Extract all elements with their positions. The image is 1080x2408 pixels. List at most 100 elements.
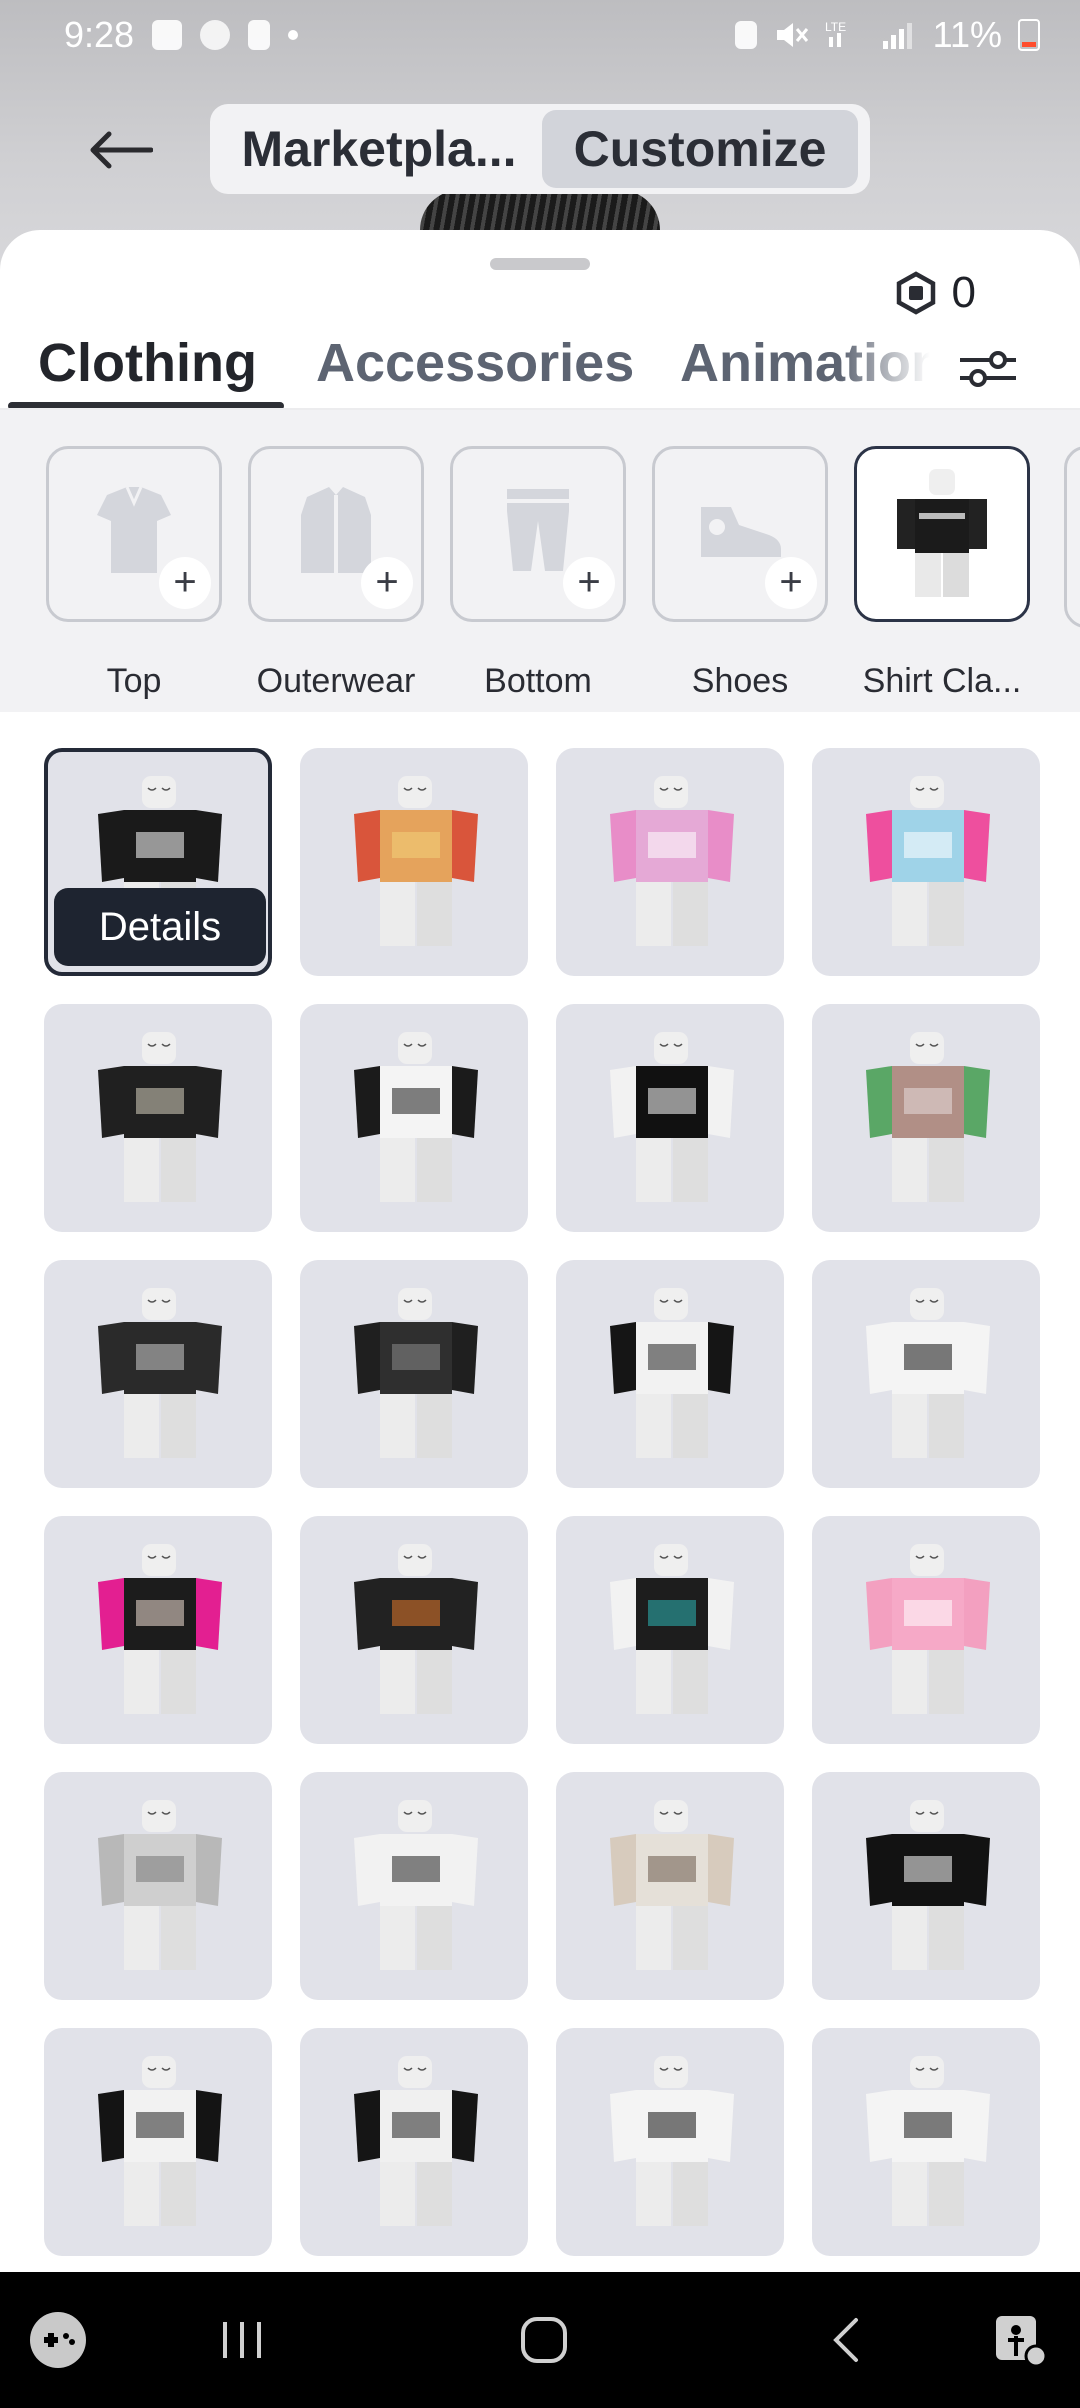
slot-outerwear-label: Outerwear bbox=[256, 662, 416, 700]
data-saver-icon bbox=[734, 21, 757, 49]
avatar-item-preview bbox=[354, 1032, 478, 1202]
lte-signal-icon: LTE bbox=[825, 20, 846, 47]
avatar-item-preview bbox=[866, 776, 990, 946]
avatar-item-preview bbox=[354, 776, 478, 946]
home-button[interactable] bbox=[504, 2302, 584, 2378]
slot-outerwear[interactable]: + bbox=[248, 446, 424, 622]
item-tile-black-vest-shirt[interactable] bbox=[300, 1260, 528, 1488]
details-button[interactable]: Details bbox=[54, 888, 266, 966]
slot-shirt-classic[interactable] bbox=[854, 446, 1030, 622]
more-notifications-icon bbox=[288, 30, 299, 40]
avatar-item-preview bbox=[98, 1544, 222, 1714]
status-time: 9:28 bbox=[64, 14, 135, 55]
avatar-item-preview bbox=[98, 2056, 222, 2226]
gallery-notification-icon bbox=[152, 20, 183, 50]
alert-notification-icon bbox=[248, 20, 271, 50]
marketplace-tab[interactable]: Marketpla... bbox=[216, 110, 542, 188]
avatar-item-preview bbox=[610, 1032, 734, 1202]
item-tile-bow-dress-shirt[interactable] bbox=[556, 2028, 784, 2256]
customize-tab[interactable]: Customize bbox=[542, 110, 858, 188]
add-shoes-plus-icon: + bbox=[765, 557, 817, 609]
item-tile-camo-shirt[interactable] bbox=[556, 1772, 784, 2000]
system-navigation-bar bbox=[0, 2272, 1080, 2408]
slot-bottom-label: Bottom bbox=[484, 662, 592, 700]
avatar-item-preview bbox=[610, 1288, 734, 1458]
avatar-item-preview bbox=[610, 2056, 734, 2226]
item-tile-green-sleeve-shirt[interactable] bbox=[812, 1004, 1040, 1232]
avatar-item-preview bbox=[98, 1800, 222, 1970]
slot-bottom[interactable]: + bbox=[450, 446, 626, 622]
item-tile-black-shirt-selected[interactable]: Details bbox=[44, 748, 272, 976]
avatar-item-preview bbox=[866, 1544, 990, 1714]
recent-apps-icon bbox=[223, 2322, 261, 2358]
avatar-item-preview bbox=[610, 1800, 734, 1970]
item-tile-ghost-shirt[interactable] bbox=[556, 1004, 784, 1232]
next-slot-peek bbox=[1064, 446, 1080, 628]
back-button[interactable] bbox=[80, 118, 160, 182]
avatar-item-preview bbox=[866, 1288, 990, 1458]
item-tile-skeleton-shirt[interactable] bbox=[44, 1004, 272, 1232]
avatar-item-preview bbox=[98, 1032, 222, 1202]
item-tile-anime-face-shirt[interactable] bbox=[812, 1260, 1040, 1488]
home-icon bbox=[521, 2317, 567, 2363]
avatar-item-preview bbox=[610, 776, 734, 946]
avatar-item-preview bbox=[98, 1288, 222, 1458]
item-tile-leopard-pink-shirt[interactable] bbox=[44, 1516, 272, 1744]
add-outerwear-plus-icon: + bbox=[361, 557, 413, 609]
avatar-item-preview bbox=[866, 1032, 990, 1202]
item-tile-red-yellow-shirt[interactable] bbox=[300, 748, 528, 976]
sheet-drag-handle[interactable] bbox=[490, 258, 590, 270]
avatar-thumbnail bbox=[897, 469, 987, 597]
recent-apps-button[interactable] bbox=[202, 2302, 282, 2378]
slot-shoes[interactable]: + bbox=[652, 446, 828, 622]
avatar-item-preview bbox=[354, 1288, 478, 1458]
accessibility-icon bbox=[996, 2316, 1048, 2368]
slot-shoes-label: Shoes bbox=[691, 662, 789, 700]
item-tile-fire-graphic-shirt[interactable] bbox=[300, 1516, 528, 1744]
signal-strength-icon bbox=[882, 23, 912, 49]
robux-balance[interactable]: 0 bbox=[894, 268, 976, 318]
game-controller-icon bbox=[30, 2312, 86, 2368]
item-tile-angel-shirt[interactable] bbox=[44, 2028, 272, 2256]
item-tile-grey-distressed-shirt[interactable] bbox=[44, 1772, 272, 2000]
slot-shirt-classic-label: Shirt Cla... bbox=[862, 662, 1022, 700]
add-top-plus-icon: + bbox=[159, 557, 211, 609]
back-chevron-icon bbox=[833, 2318, 858, 2362]
robux-icon bbox=[896, 271, 935, 315]
item-tile-cross-stripe-shirt[interactable] bbox=[812, 2028, 1040, 2256]
item-tile-maid-shirt[interactable] bbox=[300, 1004, 528, 1232]
item-tile-smiley-shirt[interactable] bbox=[300, 2028, 528, 2256]
battery-percent: 11% bbox=[932, 14, 1002, 55]
battery-icon bbox=[1018, 19, 1040, 51]
avatar-item-preview bbox=[354, 1800, 478, 1970]
avatar-item-preview bbox=[610, 1544, 734, 1714]
item-tile-pink-kitty-shirt[interactable] bbox=[812, 1516, 1040, 1744]
avatar-item-preview bbox=[354, 2056, 478, 2226]
status-bar: 9:28 LTE 11% bbox=[0, 0, 1080, 70]
customize-sheet: 0 Clothing Accessories Animation + Top +… bbox=[0, 230, 1080, 2272]
item-tile-teal-shirt[interactable] bbox=[556, 1516, 784, 1744]
avatar-item-preview bbox=[354, 1544, 478, 1714]
item-tile-pink-anime-shirt[interactable] bbox=[812, 748, 1040, 976]
avatar-item-preview bbox=[866, 2056, 990, 2226]
mute-icon bbox=[776, 23, 808, 47]
add-bottom-plus-icon: + bbox=[563, 557, 615, 609]
item-tile-pink-purple-shirt[interactable] bbox=[556, 748, 784, 976]
game-launcher-button[interactable] bbox=[18, 2302, 98, 2378]
filter-button[interactable] bbox=[950, 330, 1026, 406]
filter-sliders-icon bbox=[960, 351, 1016, 387]
slot-top[interactable]: + bbox=[46, 446, 222, 622]
system-back-button[interactable] bbox=[806, 2302, 886, 2378]
tab-clothing[interactable]: Clothing bbox=[38, 332, 257, 394]
item-tile-white-bow-shirt[interactable] bbox=[300, 1772, 528, 2000]
app-notification-icon bbox=[200, 20, 231, 50]
accessibility-button[interactable] bbox=[980, 2302, 1060, 2378]
item-tile-black-crop-shirt[interactable] bbox=[812, 1772, 1040, 2000]
tab-accessories[interactable]: Accessories bbox=[316, 332, 634, 394]
item-tile-money-shirt[interactable] bbox=[44, 1260, 272, 1488]
item-tile-raglan-shirt[interactable] bbox=[556, 1260, 784, 1488]
equipped-slots: + Top + Outerwear + Bottom + Shoes Shirt… bbox=[0, 410, 1080, 712]
slot-top-label: Top bbox=[106, 662, 162, 700]
svg-text:LTE: LTE bbox=[825, 20, 846, 34]
tab-overflow-fade bbox=[840, 324, 960, 414]
